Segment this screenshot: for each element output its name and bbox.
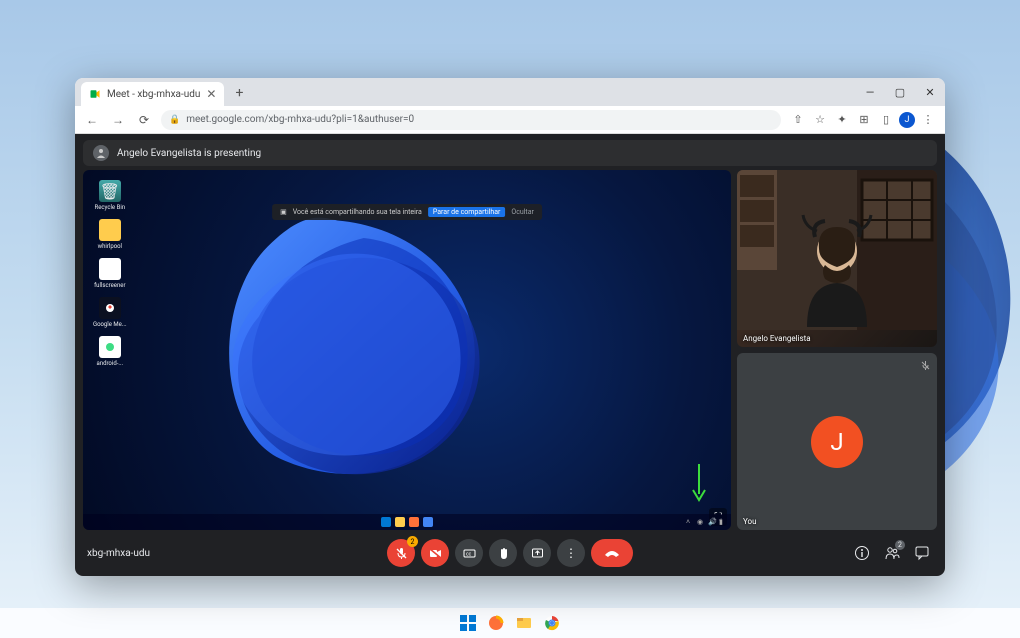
tab-strip: Meet - xbg-mhxa-udu ✕ + — ▢ ✕ <box>75 78 945 106</box>
participants-column: Angelo Evangelista J You <box>737 170 937 530</box>
svg-text:cc: cc <box>466 551 472 557</box>
reload-button[interactable]: ⟳ <box>135 111 153 129</box>
inner-firefox-icon <box>409 517 419 527</box>
new-tab-button[interactable]: + <box>228 82 250 104</box>
call-controls: 2 cc ⋮ <box>387 539 633 567</box>
meet-main: ▣ Você está compartilhando sua tela inte… <box>75 170 945 530</box>
host-taskbar <box>0 608 1020 638</box>
participant-name: You <box>743 517 757 526</box>
participant-avatar-tile[interactable]: J You <box>737 353 937 530</box>
shared-desktop-icons: 🗑 Recycle Bin whirlpool fullscreener Goo… <box>93 180 127 367</box>
sharing-text: Você está compartilhando sua tela inteir… <box>293 208 422 216</box>
chat-icon[interactable] <box>911 542 933 564</box>
camera-button[interactable] <box>421 539 449 567</box>
inner-chrome-icon <box>423 517 433 527</box>
toolbar-right: ⇧ ☆ ✦ ⊞ ▯ J ⋮ <box>789 111 937 129</box>
captions-button[interactable]: cc <box>455 539 483 567</box>
url-text: meet.google.com/xbg-mhxa-udu?pli=1&authu… <box>186 114 414 125</box>
mic-badge: 2 <box>407 536 418 547</box>
sharing-indicator-icon: ▣ <box>280 208 287 216</box>
inner-explorer-icon <box>395 517 405 527</box>
forward-button[interactable]: → <box>109 111 127 129</box>
meeting-code: xbg-mhxa-udu <box>87 548 150 559</box>
participant-name: Angelo Evangelista <box>743 334 811 343</box>
kebab-menu-icon[interactable]: ⋮ <box>919 111 937 129</box>
mic-button[interactable]: 2 <box>387 539 415 567</box>
presenter-avatar-icon <box>93 145 109 161</box>
wallpaper-bloom-icon <box>180 193 530 493</box>
star-icon[interactable]: ☆ <box>811 111 829 129</box>
shared-taskbar <box>83 514 731 530</box>
firefox-icon[interactable] <box>487 614 505 632</box>
meet-app: Angelo Evangelista is presenting <box>75 134 945 576</box>
present-button[interactable] <box>523 539 551 567</box>
people-count-badge: 2 <box>895 540 905 550</box>
more-options-button[interactable]: ⋮ <box>557 539 585 567</box>
tab-close-icon[interactable]: ✕ <box>206 87 216 101</box>
raise-hand-button[interactable] <box>489 539 517 567</box>
muted-mic-icon <box>918 358 932 372</box>
address-bar: ← → ⟳ 🔒 meet.google.com/xbg-mhxa-udu?pli… <box>75 106 945 134</box>
back-button[interactable]: ← <box>83 111 101 129</box>
tray-wifi-icon: ◉ <box>697 518 705 526</box>
file-icon[interactable]: fullscreener <box>93 258 127 289</box>
presenting-text: Angelo Evangelista is presenting <box>117 148 261 159</box>
puzzle-icon[interactable]: ⊞ <box>855 111 873 129</box>
meeting-info-icon[interactable] <box>851 542 873 564</box>
browser-window: Meet - xbg-mhxa-udu ✕ + — ▢ ✕ ← → ⟳ 🔒 me… <box>75 78 945 576</box>
google-shortcut-icon[interactable]: Google Me... <box>93 297 127 328</box>
person-silhouette-icon <box>777 207 897 327</box>
file-explorer-icon[interactable] <box>515 614 533 632</box>
presenting-banner: Angelo Evangelista is presenting <box>83 140 937 166</box>
meet-controls-bar: xbg-mhxa-udu 2 cc ⋮ <box>75 530 945 576</box>
avatar-initial: J <box>811 416 863 468</box>
lock-icon: 🔒 <box>169 115 180 125</box>
annotation-arrow-icon <box>689 462 709 502</box>
tray-volume-icon: 🔊 <box>708 518 716 526</box>
participant-video-tile[interactable]: Angelo Evangelista <box>737 170 937 347</box>
inner-start-icon <box>381 517 391 527</box>
tray-chevron-icon: ˄ <box>686 518 694 526</box>
browser-tab[interactable]: Meet - xbg-mhxa-udu ✕ <box>81 82 224 106</box>
stop-sharing-button[interactable]: Parar de compartilhar <box>428 207 506 217</box>
shared-system-tray: ˄ ◉ 🔊 ▮ <box>686 514 727 530</box>
share-icon[interactable]: ⇧ <box>789 111 807 129</box>
start-icon[interactable] <box>459 614 477 632</box>
chrome-icon[interactable] <box>543 614 561 632</box>
maximize-button[interactable]: ▢ <box>885 78 915 106</box>
cast-icon[interactable]: ▯ <box>877 111 895 129</box>
profile-avatar[interactable]: J <box>899 112 915 128</box>
tray-battery-icon: ▮ <box>719 518 727 526</box>
hangup-button[interactable] <box>591 539 633 567</box>
android-shortcut-icon[interactable]: android-... <box>93 336 127 367</box>
sharing-notification: ▣ Você está compartilhando sua tela inte… <box>272 204 542 220</box>
meet-favicon-icon <box>89 88 101 100</box>
folder-icon[interactable]: whirlpool <box>93 219 127 250</box>
tab-title: Meet - xbg-mhxa-udu <box>107 89 200 100</box>
omnibox[interactable]: 🔒 meet.google.com/xbg-mhxa-udu?pli=1&aut… <box>161 110 781 130</box>
meet-info-icons: 2 <box>851 542 933 564</box>
people-icon[interactable]: 2 <box>881 542 903 564</box>
recycle-bin-icon[interactable]: 🗑 Recycle Bin <box>93 180 127 211</box>
close-window-button[interactable]: ✕ <box>915 78 945 106</box>
hide-notice-button[interactable]: Ocultar <box>511 208 534 216</box>
shared-screen-tile[interactable]: ▣ Você está compartilhando sua tela inte… <box>83 170 731 530</box>
extensions-icon[interactable]: ✦ <box>833 111 851 129</box>
minimize-button[interactable]: — <box>855 78 885 106</box>
window-controls: — ▢ ✕ <box>855 78 945 106</box>
